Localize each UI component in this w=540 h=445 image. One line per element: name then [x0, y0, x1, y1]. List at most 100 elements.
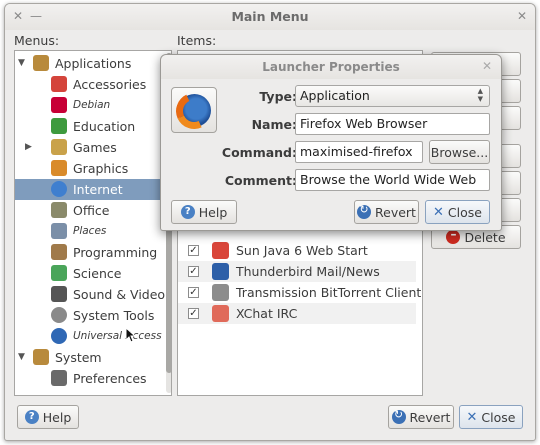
menu-tree-label: System Tools [73, 308, 155, 323]
window-title: Main Menu [231, 9, 309, 24]
menu-tree-item[interactable]: Education [15, 116, 165, 137]
main-close-button[interactable]: ✕ Close [459, 405, 523, 429]
name-field[interactable]: Firefox Web Browser [295, 113, 490, 135]
revert-icon [357, 203, 372, 219]
help-icon: ? [180, 205, 195, 219]
browse-label: Browse... [430, 144, 489, 160]
item-label: Transmission BitTorrent Client [236, 285, 422, 300]
main-revert-button[interactable]: Revert [388, 405, 454, 429]
menu-tree-label: Games [73, 140, 117, 155]
items-label: Items: [177, 33, 217, 48]
games-icon [51, 139, 67, 155]
menu-tree-item[interactable]: ▼ System [15, 347, 165, 368]
menus-tree[interactable]: ▼ Applications Accessories Debian Education ▶… [14, 50, 172, 396]
expander-open-icon[interactable]: ▼ [18, 53, 28, 74]
command-field[interactable]: maximised-firefox [295, 141, 423, 163]
expander-closed-icon[interactable]: ▶ [25, 137, 35, 158]
browse-button[interactable]: Browse... [429, 140, 490, 164]
menu-tree-item[interactable]: Science [15, 263, 165, 284]
firefox-fox-icon [170, 87, 218, 135]
comment-label: Comment: [224, 173, 297, 188]
menu-tree-label: Accessories [73, 77, 147, 92]
item-label: Sun Java 6 Web Start [236, 243, 368, 258]
menu-tree-item[interactable]: ▶ Games [15, 137, 165, 158]
menu-tree-item[interactable]: Places [15, 221, 165, 242]
main-titlebar[interactable]: ✕ — Main Menu ✕ [5, 4, 535, 30]
item-label: XChat IRC [236, 306, 298, 321]
thunderbird-icon [212, 263, 229, 280]
menu-tree-label: Sound & Video [73, 287, 166, 302]
system-folder-icon [33, 349, 49, 365]
main-close-label: Close [481, 409, 516, 425]
help-icon: ? [24, 410, 39, 424]
main-help-button[interactable]: ? Help [17, 405, 79, 429]
combo-arrows-icon: ▲ ▼ [477, 87, 483, 103]
menus-label: Menus: [14, 33, 60, 48]
window-close-right-icon[interactable]: ✕ [515, 9, 529, 23]
item-label: Thunderbird Mail/News [236, 264, 380, 279]
command-label: Command: [221, 145, 297, 160]
programming-icon [51, 244, 67, 260]
dialog-title: Launcher Properties [262, 60, 400, 74]
system-tools-icon [51, 307, 67, 323]
item-row[interactable]: ✓ XChat IRC [178, 303, 416, 324]
delete-label: Delete [464, 229, 506, 245]
menu-tree-item[interactable]: Sound & Video [15, 284, 165, 305]
type-combo[interactable]: Application ▲ ▼ [295, 85, 490, 107]
item-visible-checkbox[interactable]: ✓ [188, 287, 199, 298]
menu-tree-label: Education [73, 119, 136, 134]
dialog-revert-button[interactable]: Revert [354, 200, 419, 224]
dialog-close-icon[interactable]: ✕ [480, 59, 494, 73]
transmission-icon [212, 284, 229, 301]
name-label: Name: [251, 117, 297, 132]
expander-open-icon[interactable]: ▼ [18, 347, 28, 368]
menu-tree-label: Preferences [73, 371, 147, 386]
menu-tree-item[interactable]: ▼ Applications [15, 53, 165, 74]
menu-tree-label: Internet [73, 182, 123, 197]
item-visible-checkbox[interactable]: ✓ [188, 308, 199, 319]
menu-tree-item[interactable]: Office [15, 200, 165, 221]
menu-tree-item[interactable]: Preferences [15, 368, 165, 389]
menu-tree-item[interactable]: Internet [15, 179, 170, 200]
menu-tree-label: Programming [73, 245, 158, 260]
launcher-icon-button[interactable] [170, 87, 218, 135]
dialog-revert-label: Revert [375, 204, 416, 220]
applications-folder-icon [33, 55, 49, 71]
menu-tree-item[interactable]: System Tools [15, 305, 165, 326]
dialog-titlebar[interactable]: Launcher Properties ✕ [161, 55, 501, 79]
type-value: Application [300, 88, 370, 103]
dialog-close-button[interactable]: ✕ Close [425, 200, 490, 224]
mouse-cursor-icon [125, 327, 135, 343]
item-visible-checkbox[interactable]: ✓ [188, 266, 199, 277]
menu-tree-item[interactable]: Universal Access [15, 326, 165, 347]
menu-tree-label: Debian [73, 99, 111, 111]
main-revert-label: Revert [409, 409, 451, 425]
menu-tree-label: Applications [55, 56, 132, 71]
close-x-icon: ✕ [433, 204, 444, 220]
main-help-label: Help [42, 409, 72, 425]
menu-tree-item[interactable]: Debian [15, 95, 165, 116]
dialog-close-label: Close [447, 204, 482, 220]
education-icon [51, 118, 67, 134]
menu-tree-item[interactable]: Programming [15, 242, 165, 263]
menu-tree-label: Science [73, 266, 122, 281]
places-icon [51, 223, 67, 239]
menu-tree-item[interactable]: Graphics [15, 158, 165, 179]
item-row[interactable]: ✓ Sun Java 6 Web Start [178, 240, 416, 261]
comment-field[interactable]: Browse the World Wide Web [295, 169, 490, 191]
dialog-help-button[interactable]: ? Help [171, 200, 237, 224]
preferences-icon [51, 370, 67, 386]
item-row[interactable]: ✓ Transmission BitTorrent Client [178, 282, 421, 303]
menu-tree-label: Universal Access [73, 330, 162, 342]
menu-tree-item[interactable]: Accessories [15, 74, 165, 95]
menu-tree-label: Graphics [73, 161, 129, 176]
revert-icon [391, 408, 406, 424]
menu-tree-label: Places [73, 225, 107, 237]
item-row[interactable]: ✓ Thunderbird Mail/News [178, 261, 416, 282]
item-visible-checkbox[interactable]: ✓ [188, 245, 199, 256]
debian-icon [51, 97, 67, 113]
graphics-icon [51, 160, 67, 176]
menu-tree-label: Office [73, 203, 110, 218]
menu-tree-label: System [55, 350, 102, 365]
close-x-icon: ✕ [466, 409, 478, 425]
